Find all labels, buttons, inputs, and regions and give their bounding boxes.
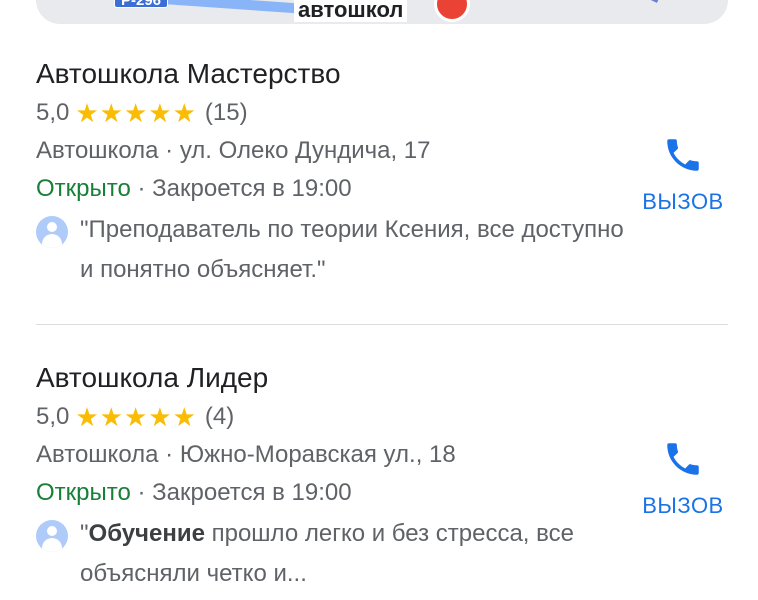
listing-card[interactable]: Автошкола Лидер 5,0 ★★★★★ (4) Автошкола … — [36, 358, 728, 594]
review-snippet: "Обучение прошло легко и без стресса, вс… — [36, 514, 728, 594]
call-label: ВЫЗОВ — [642, 189, 724, 214]
rating-value: 5,0 — [36, 403, 70, 430]
star-rating-icon: ★★★★★ — [75, 402, 197, 432]
map-place-label: автошкол — [294, 0, 408, 22]
open-status: Открыто · Закроется в 19:00 — [36, 170, 728, 208]
review-highlight: Обучение — [88, 520, 205, 547]
review-text: "Преподаватель по теории Ксения, все дос… — [80, 216, 624, 283]
user-avatar-icon — [36, 216, 68, 248]
category-address: Автошкола · ул. Олеко Дундича, 17 — [36, 137, 431, 164]
closing-time: · Закроется в 19:00 — [130, 479, 352, 506]
road-number-badge: Р-296 — [114, 0, 169, 8]
call-button[interactable]: ВЫЗОВ — [638, 134, 728, 216]
phone-icon — [667, 139, 699, 171]
rating-row: 5,0 ★★★★★ (4) — [36, 398, 728, 436]
listing-card[interactable]: Автошкола Мастерство 5,0 ★★★★★ (15) Авто… — [36, 54, 728, 290]
rating-row: 5,0 ★★★★★ (15) — [36, 94, 728, 132]
review-quote: " — [80, 520, 89, 547]
map-pin-icon[interactable] — [434, 0, 470, 22]
call-label: ВЫЗОВ — [642, 493, 724, 518]
reviews-count: (15) — [204, 99, 248, 126]
map-road — [649, 0, 683, 3]
business-name[interactable]: Автошкола Мастерство — [36, 54, 728, 94]
open-status: Открыто · Закроется в 19:00 — [36, 474, 728, 512]
phone-icon — [667, 443, 699, 475]
rating-value: 5,0 — [36, 99, 70, 126]
review-text: "Обучение прошло легко и без стресса, вс… — [80, 514, 640, 594]
closing-time: · Закроется в 19:00 — [130, 175, 352, 202]
call-button[interactable]: ВЫЗОВ — [638, 438, 728, 520]
review-snippet: "Преподаватель по теории Ксения, все дос… — [36, 210, 728, 290]
reviews-count: (4) — [204, 403, 235, 430]
divider — [36, 324, 728, 325]
open-label: Открыто — [36, 175, 131, 202]
map-preview[interactable]: Р-296 автошкол — [36, 0, 728, 24]
star-rating-icon: ★★★★★ — [75, 98, 197, 128]
business-name[interactable]: Автошкола Лидер — [36, 358, 728, 398]
open-label: Открыто — [36, 479, 131, 506]
user-avatar-icon — [36, 520, 68, 552]
category-address: Автошкола · Южно-Моравская ул., 18 — [36, 441, 456, 468]
